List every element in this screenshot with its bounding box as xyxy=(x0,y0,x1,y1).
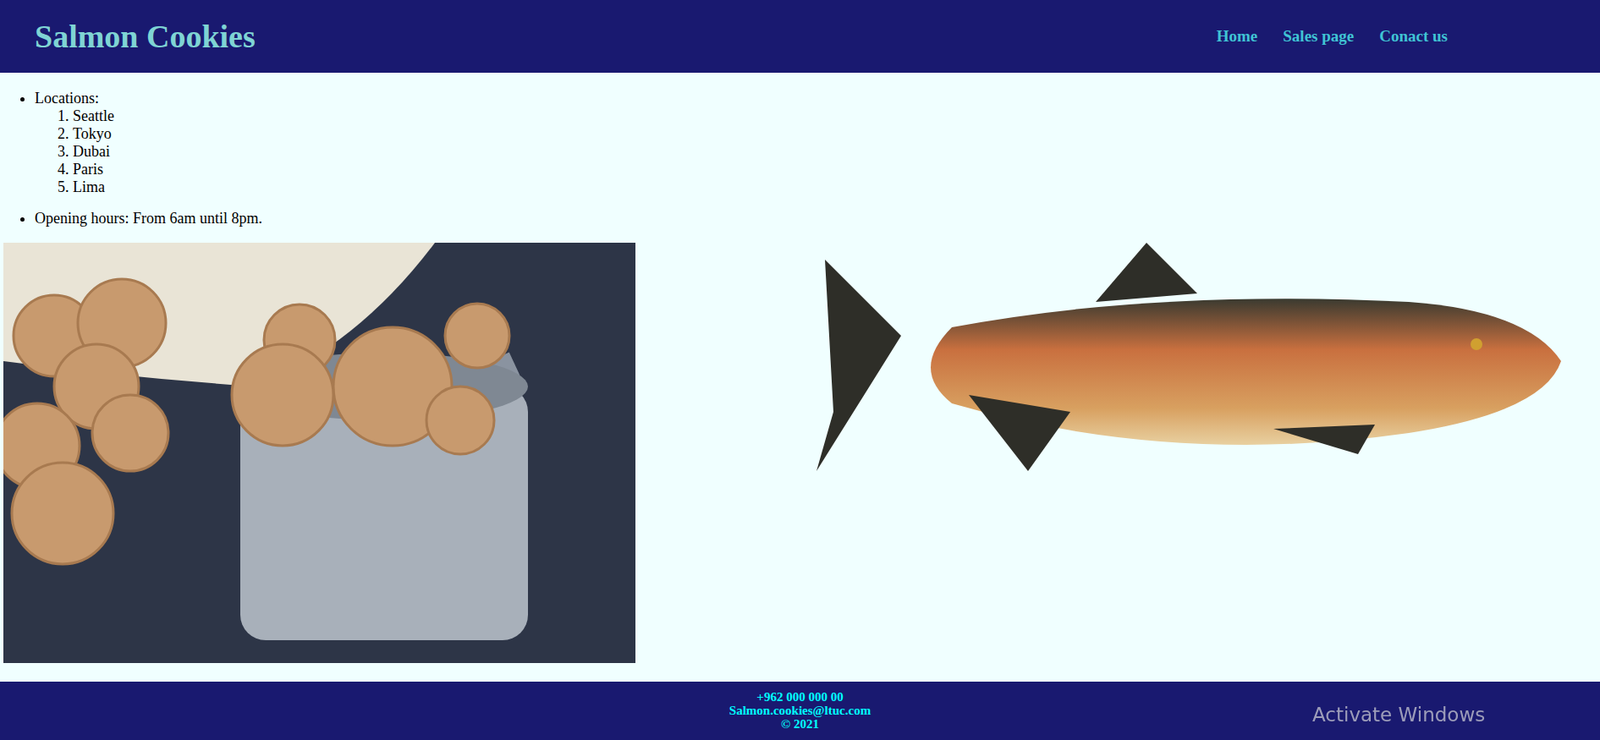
locations-item: Locations:SeattleTokyoDubaiParisLima xyxy=(34,89,1600,197)
footer-line: Salmon.cookies@ltuc.com xyxy=(729,703,871,718)
location-item: Paris xyxy=(72,160,1600,179)
main-nav: Home Sales page Conact us xyxy=(1216,27,1448,46)
hours-item: Opening hours: From 6am until 8pm. xyxy=(34,209,1600,228)
nav-link[interactable]: Home xyxy=(1216,27,1259,46)
site-header: Salmon Cookies Home Sales page Conact us xyxy=(0,0,1600,73)
nav-link[interactable]: Sales page xyxy=(1282,27,1354,46)
location-item: Tokyo xyxy=(72,125,1600,143)
activation-watermark: Activate Windows xyxy=(1312,703,1485,726)
footer-line: © 2021 xyxy=(780,717,820,732)
locations-list: SeattleTokyoDubaiParisLima xyxy=(34,107,1600,197)
salmon-image xyxy=(816,242,1562,475)
image-row xyxy=(0,242,1600,664)
info-list: Locations:SeattleTokyoDubaiParisLima Open… xyxy=(0,89,1600,228)
location-item: Dubai xyxy=(72,142,1600,161)
footer-line: +962 000 000 00 xyxy=(756,690,843,704)
nav-link[interactable]: Conact us xyxy=(1379,27,1448,46)
page: Salmon Cookies Home Sales page Conact us Loc… xyxy=(0,0,1600,740)
site-title: Salmon Cookies xyxy=(34,17,256,55)
site-footer: +962 000 000 00Salmon.cookies@ltuc.com© … xyxy=(0,681,1600,740)
location-item: Seattle xyxy=(72,107,1600,126)
location-item: Lima xyxy=(72,178,1600,197)
main-content: Locations:SeattleTokyoDubaiParisLima Open… xyxy=(0,72,1600,672)
cookies-photo xyxy=(3,242,636,664)
